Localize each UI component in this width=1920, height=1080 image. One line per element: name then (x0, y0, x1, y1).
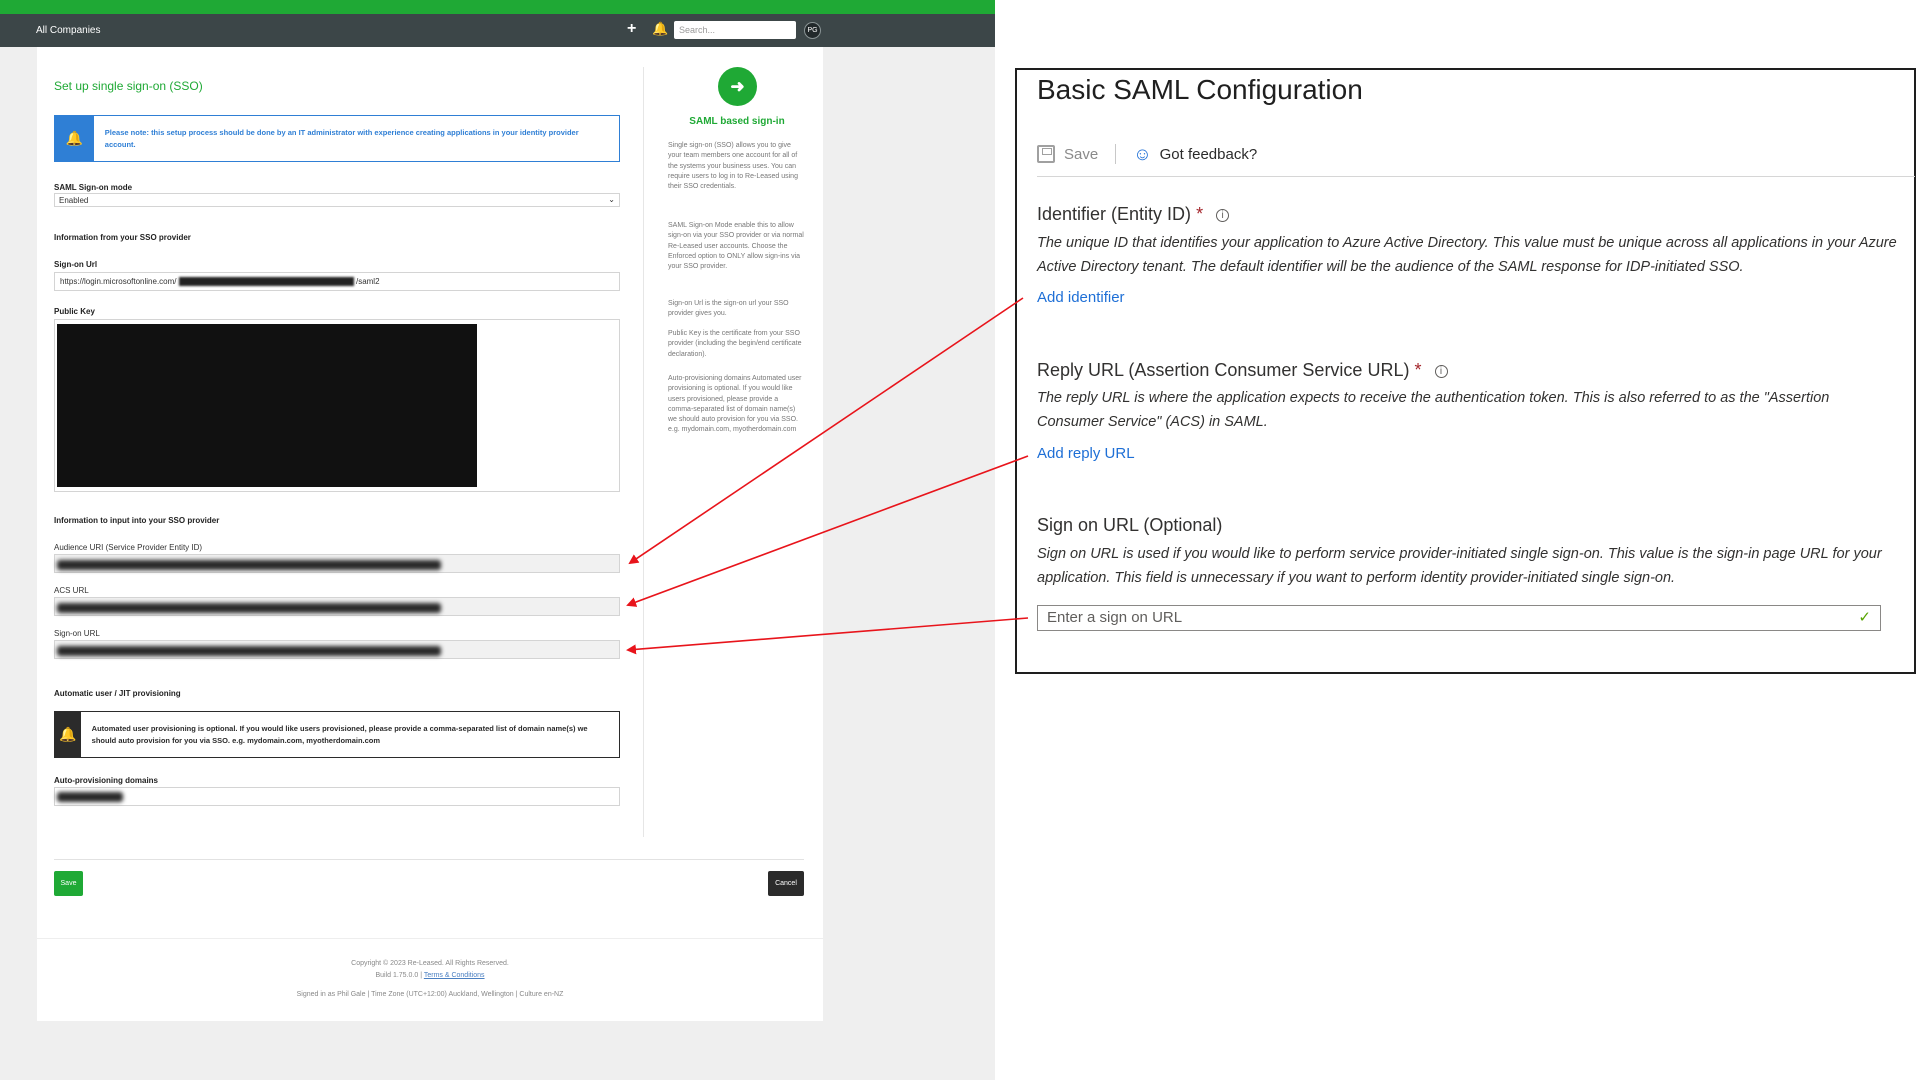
signon-url-description: Sign on URL is used if you would like to… (1037, 546, 1882, 586)
signon-url-prefix: https://login.microsoftonline.com/ (60, 277, 177, 286)
save-label: Save (1064, 145, 1099, 163)
released-app-window: All Companies + 🔔 Search... PG Set up si… (0, 0, 995, 1080)
admin-notice: 🔔 Please note: this setup process should… (54, 115, 620, 162)
timezone-text: Time Zone (UTC+12:00) Auckland, Wellingt… (371, 991, 514, 998)
divider (1037, 176, 1915, 177)
redacted-tenant-id (178, 277, 354, 287)
signon-url-placeholder: Enter a sign on URL (1047, 609, 1183, 626)
signon-url-heading: Sign on URL (Optional) (1037, 515, 1223, 535)
info-icon[interactable]: i (1434, 364, 1448, 378)
bell-icon: 🔔 (55, 712, 81, 757)
panel-title: Basic SAML Configuration (1037, 74, 1363, 105)
save-icon (1037, 145, 1055, 163)
provisioning-notice: 🔔 Automated user provisioning is optiona… (54, 711, 620, 758)
bell-icon: 🔔 (55, 116, 94, 161)
signon-url-input[interactable]: Enter a sign on URL ✓ (1037, 605, 1881, 631)
composite-screenshot: All Companies + 🔔 Search... PG Set up si… (0, 0, 1920, 1080)
build-line: Build 1.75.0.0 | Terms & Conditions (375, 972, 485, 979)
divider (54, 859, 804, 860)
feedback-icon: ☺ (1133, 143, 1152, 164)
terms-link[interactable]: Terms & Conditions (424, 972, 485, 979)
auto-domains-label: Auto-provisioning domains (54, 776, 158, 785)
add-reply-url-link[interactable]: Add reply URL (1037, 445, 1135, 462)
sidebar-paragraph: Auto-provisioning domains Automated user… (668, 375, 802, 434)
redacted-public-key (57, 324, 477, 487)
saml-mode-value: Enabled (59, 196, 89, 205)
bell-icon[interactable]: 🔔 (652, 21, 668, 37)
sidebar-paragraph: Public Key is the certificate from your … (668, 330, 802, 358)
identifier-description: The unique ID that identifies your appli… (1037, 235, 1897, 275)
redacted-domain (57, 792, 123, 802)
search-input[interactable]: Search... (674, 21, 796, 39)
signon-url2-label: Sign-on URL (54, 629, 100, 638)
saml-mode-select[interactable]: Enabled ⌄ (54, 193, 620, 207)
required-marker: * (1196, 204, 1204, 224)
signon-url2-field[interactable] (54, 640, 620, 659)
redacted-acs-url (57, 603, 441, 613)
acs-url-field[interactable] (54, 597, 620, 616)
culture-text: Culture en-NZ (519, 991, 564, 998)
signed-in-text: Signed in as Phil Gale (296, 991, 366, 998)
toolbar: Save ☺ Got feedback? (1037, 142, 1257, 166)
toolbar-separator (1115, 144, 1117, 164)
public-key-textarea[interactable] (54, 319, 620, 492)
brand-bar (0, 0, 995, 14)
page-title: Set up single sign-on (SSO) (54, 79, 203, 93)
identifier-heading: Identifier (Entity ID) * i (1037, 204, 1230, 225)
acs-url-label: ACS URL (54, 586, 89, 595)
add-icon[interactable]: + (627, 20, 636, 38)
signon-url-input[interactable]: https://login.microsoftonline.com/ /saml… (54, 272, 620, 291)
required-marker: * (1414, 360, 1422, 380)
sign-in-icon: ➜ (718, 67, 757, 106)
public-key-label: Public Key (54, 307, 95, 316)
sidebar-paragraph: SAML Sign-on Mode enable this to allow s… (668, 222, 804, 271)
build-text: Build 1.75.0.0 (375, 972, 419, 979)
sidebar-heading: SAML based sign-in (689, 116, 785, 127)
save-button[interactable]: Save (54, 871, 83, 896)
saml-mode-label: SAML Sign-on mode (54, 183, 133, 192)
section-heading-to-provider: Information to input into your SSO provi… (54, 516, 220, 525)
audience-uri-label: Audience URI (Service Provider Entity ID… (54, 543, 203, 552)
redacted-signon-url (57, 646, 441, 656)
reply-url-heading: Reply URL (Assertion Consumer Service UR… (1037, 360, 1448, 381)
sidebar-paragraph: Sign-on Url is the sign-on url your SSO … (668, 300, 789, 318)
signon-url-label: Sign-on Url (54, 260, 98, 269)
avatar[interactable]: PG (804, 22, 821, 39)
azure-saml-panel: Basic SAML Configuration Save ☺ Got feed… (1015, 68, 1916, 674)
cancel-button[interactable]: Cancel (768, 871, 804, 896)
sidebar-divider (643, 67, 644, 837)
copyright-text: Copyright © 2023 Re-Leased. All Rights R… (351, 960, 509, 967)
save-button[interactable]: Save (1037, 145, 1098, 163)
chevron-down-icon: ⌄ (608, 195, 615, 204)
feedback-button[interactable]: ☺ Got feedback? (1133, 144, 1257, 165)
reply-url-description: The reply URL is where the application e… (1037, 390, 1830, 430)
reply-url-heading-text: Reply URL (Assertion Consumer Service UR… (1037, 360, 1410, 380)
section-heading-provisioning: Automatic user / JIT provisioning (54, 689, 181, 698)
divider (37, 938, 823, 939)
identifier-heading-text: Identifier (Entity ID) (1037, 204, 1192, 224)
company-switcher[interactable]: All Companies (36, 25, 100, 36)
sso-settings-card: Set up single sign-on (SSO) 🔔 Please not… (37, 47, 823, 1021)
feedback-label: Got feedback? (1159, 145, 1258, 163)
admin-notice-text: Please note: this setup process should b… (104, 128, 579, 149)
top-navigation-bar: All Companies + 🔔 Search... PG (0, 14, 995, 47)
section-heading-from-provider: Information from your SSO provider (54, 233, 191, 242)
signon-url-suffix: /saml2 (355, 277, 380, 286)
audience-uri-field[interactable] (54, 554, 620, 573)
redacted-audience-uri (57, 560, 441, 570)
add-identifier-link[interactable]: Add identifier (1037, 289, 1125, 306)
check-icon: ✓ (1858, 609, 1871, 626)
provisioning-notice-text: Automated user provisioning is optional.… (91, 724, 588, 745)
sidebar-paragraph: Single sign-on (SSO) allows you to give … (668, 142, 798, 191)
info-icon[interactable]: i (1216, 208, 1230, 222)
auto-domains-input[interactable] (54, 787, 620, 806)
session-info: Signed in as Phil Gale | Time Zone (UTC+… (296, 991, 564, 998)
